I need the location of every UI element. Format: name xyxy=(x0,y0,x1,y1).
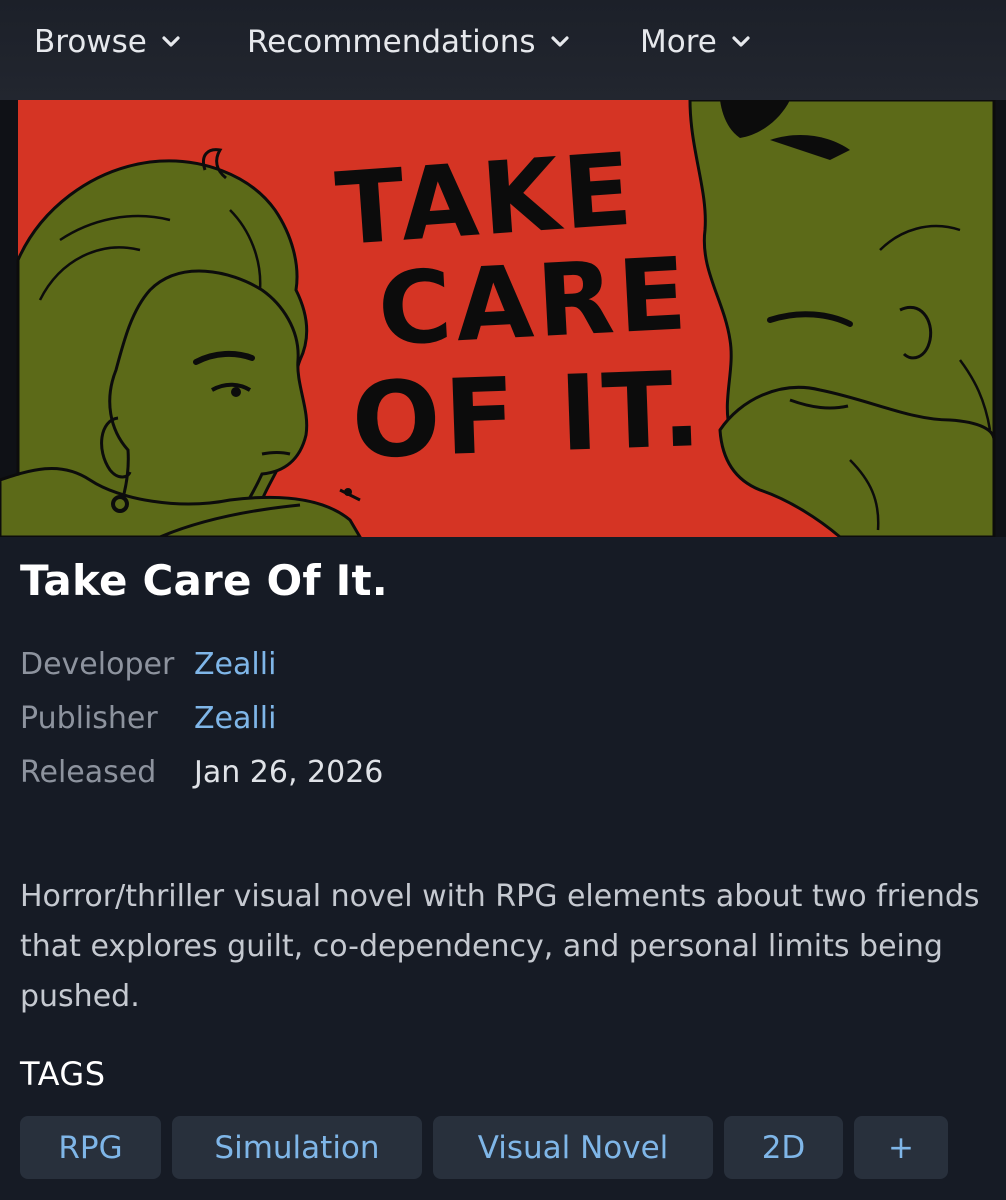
release-date: Jan 26, 2026 xyxy=(194,755,384,790)
developer-label: Developer xyxy=(20,647,175,682)
chevron-down-icon xyxy=(162,36,180,47)
chevron-down-icon xyxy=(732,36,750,47)
right-character-illustration xyxy=(688,100,996,537)
nav-browse[interactable]: Browse xyxy=(34,22,181,62)
tag-visual-novel[interactable]: Visual Novel xyxy=(433,1116,713,1179)
nav-recommendations-label: Recommendations xyxy=(247,24,536,60)
game-capsule-image[interactable]: TAKE CARE OF IT. xyxy=(0,100,1006,537)
nav-more[interactable]: More xyxy=(640,22,751,62)
publisher-link[interactable]: Zealli xyxy=(194,701,276,736)
nav-more-label: More xyxy=(640,24,717,60)
capsule-artwork: TAKE CARE OF IT. xyxy=(0,100,1006,537)
svg-text:CARE: CARE xyxy=(375,235,693,368)
svg-text:OF IT.: OF IT. xyxy=(350,348,707,482)
developer-link[interactable]: Zealli xyxy=(194,647,276,682)
top-navigation-bar: Browse Recommendations More xyxy=(0,0,1006,100)
game-description: Horror/thriller visual novel with RPG el… xyxy=(20,879,980,1014)
publisher-label: Publisher xyxy=(20,701,158,736)
tags-heading: TAGS xyxy=(20,1055,106,1093)
more-tags-button[interactable]: + xyxy=(854,1116,948,1179)
tag-rpg[interactable]: RPG xyxy=(20,1116,161,1179)
store-page: Browse Recommendations More TAKE CARE OF… xyxy=(0,0,1006,1200)
nav-browse-label: Browse xyxy=(34,24,147,60)
game-title: Take Care Of It. xyxy=(20,556,388,605)
nav-recommendations[interactable]: Recommendations xyxy=(247,22,570,62)
tag-simulation[interactable]: Simulation xyxy=(172,1116,422,1179)
tag-2d[interactable]: 2D xyxy=(724,1116,843,1179)
chevron-down-icon xyxy=(550,36,569,47)
released-label: Released xyxy=(20,755,157,790)
